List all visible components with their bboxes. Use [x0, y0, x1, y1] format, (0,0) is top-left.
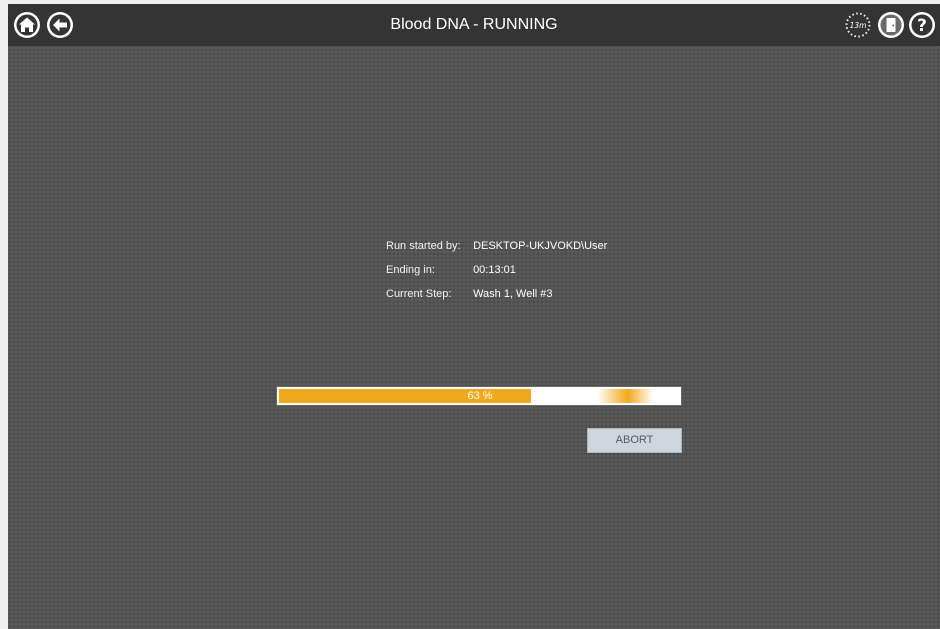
home-button[interactable] [13, 11, 41, 39]
run-timer-indicator: 13m [844, 11, 872, 39]
page-title: Blood DNA - RUNNING [390, 16, 558, 33]
run-info-panel: Run started by: DESKTOP-UKJVOKD\User End… [386, 239, 607, 311]
ending-in-value: 00:13:01 [473, 264, 516, 276]
ending-in-label: Ending in: [386, 264, 435, 276]
exit-button[interactable] [877, 11, 905, 39]
current-step-label: Current Step: [386, 288, 452, 300]
help-icon: ? [909, 12, 935, 38]
exit-door-icon [878, 12, 904, 38]
run-progress-bar: 63 % [276, 386, 682, 406]
current-step-row: Current Step: Wash 1, Well #3 [386, 287, 607, 311]
help-button[interactable]: ? [908, 11, 936, 39]
ending-in-row: Ending in: 00:13:01 [386, 263, 607, 287]
run-started-by-row: Run started by: DESKTOP-UKJVOKD\User [386, 239, 607, 263]
abort-button[interactable]: ABORT [587, 428, 682, 453]
run-started-by-value: DESKTOP-UKJVOKD\User [473, 240, 608, 252]
back-arrow-icon [47, 12, 73, 38]
run-started-by-label: Run started by: [386, 240, 461, 252]
home-icon [14, 12, 40, 38]
svg-text:?: ? [917, 16, 927, 36]
timer-remaining-text: 13m [850, 21, 867, 30]
back-button[interactable] [46, 11, 74, 39]
top-bar: Blood DNA - RUNNING 13m ? [8, 4, 940, 46]
progress-percent-label: 63 % [467, 390, 493, 402]
current-step-value: Wash 1, Well #3 [473, 288, 553, 300]
app-window: Blood DNA - RUNNING 13m ? Run started by… [8, 4, 940, 629]
timer-icon: 13m [845, 12, 871, 38]
